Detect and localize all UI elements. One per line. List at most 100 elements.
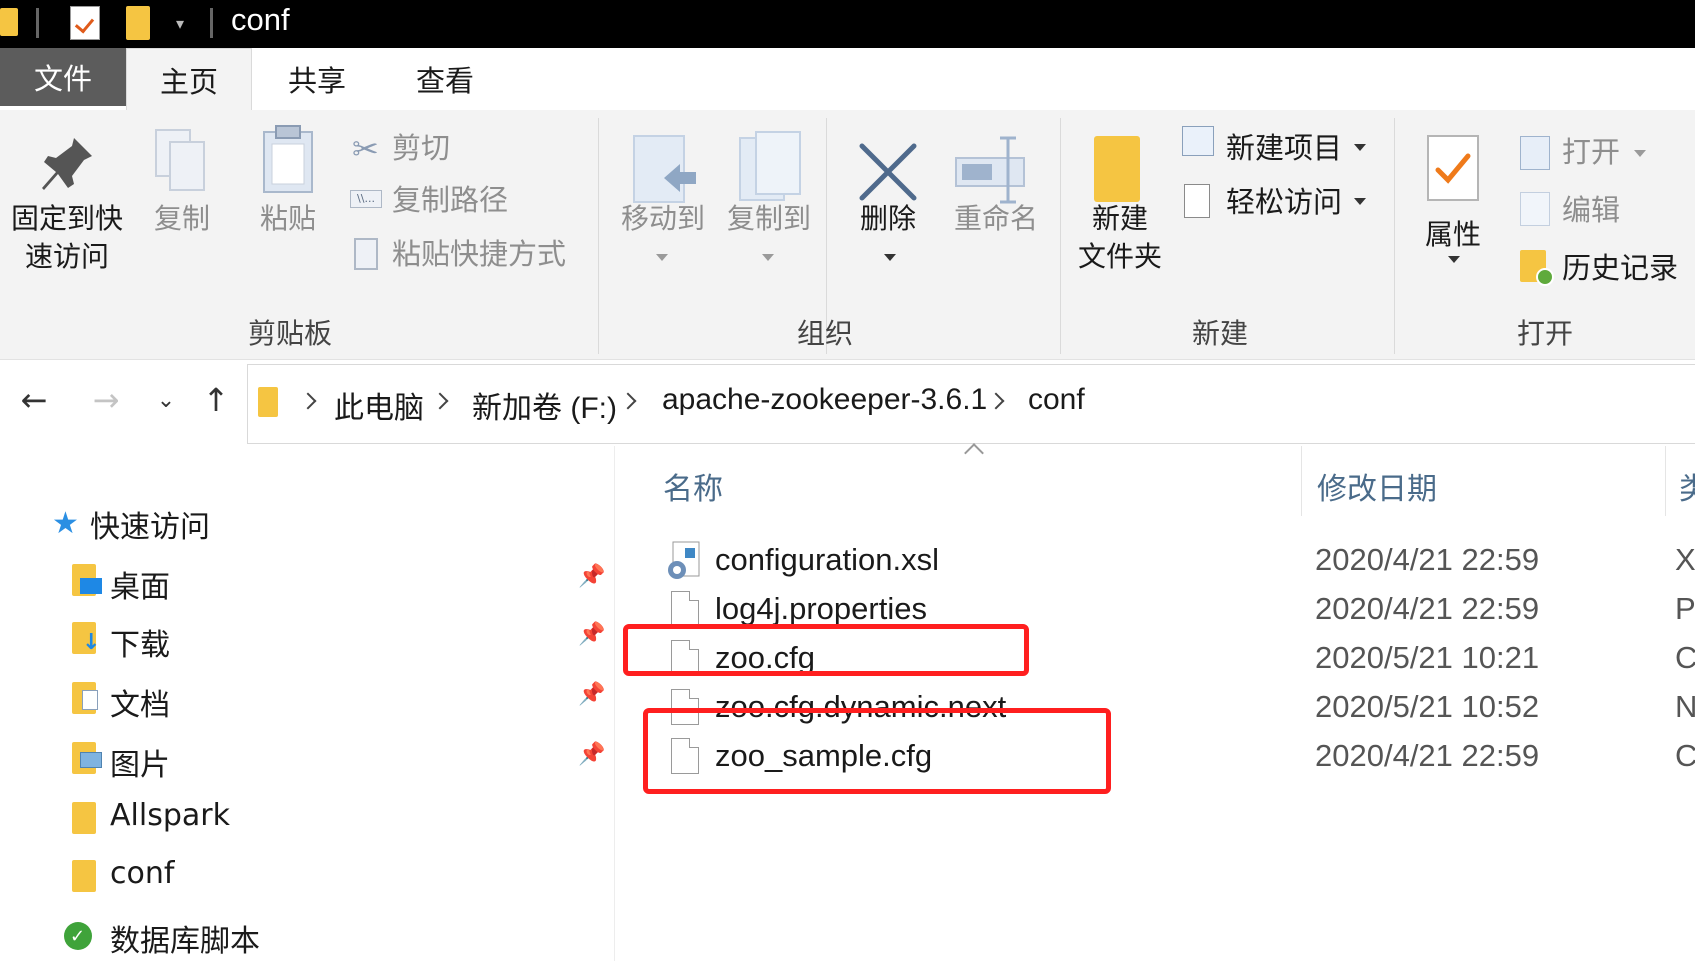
pin-icon[interactable]: 📌 (578, 622, 605, 647)
file-type: P (1675, 591, 1695, 626)
copy-icon (155, 129, 205, 191)
sort-ascending-icon (964, 443, 984, 463)
breadcrumb-this-pc[interactable]: 此电脑 (334, 383, 424, 427)
column-divider[interactable] (1665, 446, 1666, 516)
nav-item-label: 文档 (110, 688, 170, 723)
clipboard-icon (263, 125, 313, 193)
file-name: configuration.xsl (715, 542, 940, 577)
up-arrow-icon[interactable]: ↑ (196, 380, 236, 420)
file-modified-date: 2020/4/21 22:59 (1315, 591, 1540, 626)
nav-item-label: 数据库脚本 (110, 924, 260, 959)
new-folder-label-line1: 新建 (1091, 202, 1148, 235)
dropdown-caret (762, 254, 774, 261)
file-modified-date: 2020/5/21 10:52 (1315, 689, 1540, 724)
breadcrumb-drive[interactable]: 新加卷 (F:) (472, 383, 617, 427)
easy-access-label: 轻松访问 (1226, 185, 1343, 219)
rename-icon (955, 136, 1025, 204)
rename-label: 重命名 (953, 202, 1038, 235)
history-label: 历史记录 (1562, 251, 1679, 285)
file-name: log4j.properties (715, 591, 927, 626)
cut-label: 剪切 (392, 131, 451, 165)
pin-icon[interactable]: 📌 (578, 564, 605, 589)
forward-arrow-icon[interactable]: → (86, 380, 126, 420)
copy-label: 复制 (153, 202, 210, 235)
edit-icon (1520, 192, 1550, 226)
new-item-label: 新建项目 (1226, 131, 1343, 165)
shortcut-icon (354, 238, 378, 270)
folder-icon (72, 802, 96, 834)
file-type: N (1675, 689, 1695, 724)
nav-item-label: 下载 (110, 628, 170, 663)
move-to-icon (633, 135, 696, 203)
tab-file[interactable]: 文件 (0, 48, 126, 106)
open-icon (1520, 136, 1550, 170)
back-arrow-icon[interactable]: ← (14, 380, 54, 420)
organize-group-label: 组织 (796, 317, 853, 350)
highlight-box-zoo-cfg (623, 624, 1029, 676)
recent-locations-chevron-icon[interactable]: ⌄ (146, 380, 186, 420)
xsl-file-icon (668, 541, 700, 579)
breadcrumb-chevron-icon[interactable] (987, 392, 1005, 410)
delete-label: 删除 (859, 202, 916, 235)
check-icon: ✓ (70, 926, 86, 947)
group-separator (1394, 118, 1395, 354)
dropdown-caret (1354, 198, 1366, 205)
file-modified-date: 2020/4/21 22:59 (1315, 738, 1540, 773)
address-bar[interactable]: 此电脑 新加卷 (F:) apache-zookeeper-3.6.1 conf (247, 364, 1695, 444)
nav-item-label: 快速访问 (90, 510, 210, 545)
desktop-badge-icon (80, 578, 102, 594)
column-header-type[interactable]: 类 (1679, 464, 1695, 508)
open-group-label: 打开 (1516, 317, 1573, 350)
new-folder-quick-icon[interactable] (126, 6, 150, 40)
copy-to-icon (739, 131, 801, 201)
folder-icon (258, 387, 278, 417)
tab-share[interactable]: 共享 (262, 48, 372, 110)
breadcrumb-project-folder[interactable]: apache-zookeeper-3.6.1 (662, 383, 987, 417)
file-modified-date: 2020/4/21 22:59 (1315, 542, 1540, 577)
divider (36, 8, 39, 38)
properties-label: 属性 (1424, 218, 1481, 251)
column-header-modified[interactable]: 修改日期 (1317, 464, 1437, 508)
nav-item-label: Allspark (110, 798, 230, 833)
breadcrumb-chevron-icon[interactable] (299, 392, 317, 410)
title-bar: ▾ conf (0, 0, 1695, 48)
move-to-label: 移动到 (620, 202, 705, 235)
pin-icon[interactable]: 📌 (578, 682, 605, 707)
open-label: 打开 (1562, 135, 1621, 169)
path-icon: \\... (350, 190, 382, 208)
column-divider[interactable] (1301, 446, 1302, 516)
pin-label-line2: 速访问 (24, 240, 109, 273)
ribbon: 固定到快 速访问 复制 粘贴 ✂ 剪切 \\... 复制路径 粘贴快捷方式 剪贴… (0, 110, 1695, 360)
edit-label: 编辑 (1562, 193, 1621, 227)
nav-item-label: 图片 (110, 748, 170, 783)
new-folder-label-line2: 文件夹 (1077, 240, 1162, 273)
easy-access-icon (1184, 184, 1210, 218)
file-row[interactable]: configuration.xsl 2020/4/21 22:59 X (615, 536, 1695, 589)
folder-icon (72, 860, 96, 892)
nav-item-label: 桌面 (110, 570, 170, 605)
clipboard-group-label: 剪贴板 (247, 317, 332, 350)
file-modified-date: 2020/5/21 10:21 (1315, 640, 1540, 675)
copy-to-label: 复制到 (726, 202, 811, 235)
tab-view[interactable]: 查看 (390, 48, 500, 110)
group-separator (598, 118, 599, 354)
breadcrumb-current-folder[interactable]: conf (1028, 383, 1085, 417)
file-icon (671, 591, 699, 627)
customize-toolbar-icon[interactable]: ▾ (176, 14, 184, 33)
navigation-bar: ← → ⌄ ↑ 此电脑 新加卷 (F:) apache-zookeeper-3.… (0, 360, 1695, 446)
ribbon-tabs: 文件 主页 共享 查看 (0, 48, 1695, 110)
picture-icon (80, 752, 102, 768)
paste-label: 粘贴 (259, 202, 316, 235)
breadcrumb-chevron-icon[interactable] (431, 392, 449, 410)
delete-x-icon (859, 143, 917, 201)
divider (210, 8, 213, 38)
paste-shortcut-label: 粘贴快捷方式 (392, 237, 567, 271)
pin-icon[interactable]: 📌 (578, 742, 605, 767)
breadcrumb-chevron-icon[interactable] (619, 392, 637, 410)
new-group-label: 新建 (1191, 317, 1248, 350)
file-type: X (1675, 542, 1695, 577)
tab-home[interactable]: 主页 (126, 48, 252, 110)
file-list: 名称 修改日期 类 configuration.xsl 2020/4/21 22… (615, 443, 1695, 961)
properties-quick-icon[interactable] (70, 6, 100, 40)
column-header-name[interactable]: 名称 (663, 464, 723, 508)
